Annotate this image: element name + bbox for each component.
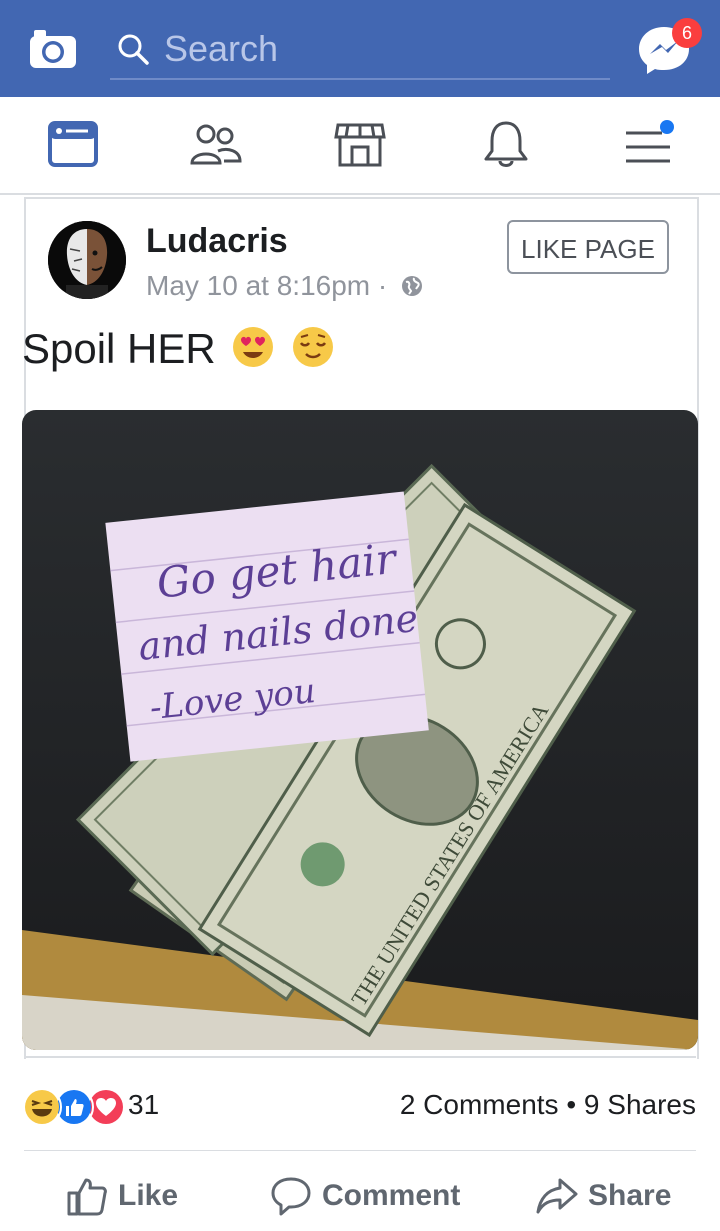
haha-reaction-icon [22, 1087, 62, 1127]
menu-icon[interactable] [622, 119, 678, 169]
comments-count[interactable]: 2 Comments [400, 1089, 559, 1120]
news-feed-icon[interactable] [46, 119, 102, 169]
page-name[interactable]: Ludacris [146, 222, 288, 261]
post-timestamp[interactable]: May 10 at 8:16pm · [146, 270, 423, 302]
like-button[interactable]: Like [66, 1172, 178, 1220]
heart-eyes-emoji-icon [233, 327, 274, 367]
search-input[interactable] [164, 26, 584, 72]
search-icon [118, 34, 149, 65]
globe-icon [402, 276, 423, 296]
thumbs-up-icon [67, 1178, 107, 1216]
shares-count[interactable]: 9 Shares [584, 1089, 696, 1120]
nav-bar [0, 97, 720, 195]
messenger-badge: 6 [672, 18, 702, 48]
timestamp-separator: · [377, 270, 388, 301]
comment-button[interactable]: Comment [270, 1172, 460, 1220]
comment-icon [271, 1177, 311, 1216]
top-bar: 6 [0, 0, 720, 97]
notifications-icon[interactable] [478, 119, 534, 169]
comment-label: Comment [322, 1179, 461, 1212]
post-text-content: Spoil HER [22, 325, 216, 372]
post-stats[interactable]: 2 Comments • 9 Shares [400, 1089, 696, 1121]
marketplace-icon[interactable] [332, 119, 388, 169]
like-label: Like [118, 1179, 179, 1212]
search-bar[interactable] [110, 24, 610, 80]
post-card-border [24, 1056, 696, 1058]
friends-icon[interactable] [188, 119, 244, 169]
timestamp-text: May 10 at 8:16pm [146, 270, 371, 301]
share-icon [536, 1178, 578, 1214]
like-page-button[interactable]: LIKE PAGE [507, 220, 669, 274]
actions-divider [24, 1150, 696, 1151]
avatar[interactable] [48, 221, 126, 299]
post-photo[interactable]: THE UNITED STATES OF AMERICA Go get hair… [22, 410, 698, 1050]
share-button[interactable]: Share [536, 1172, 671, 1220]
post-text: Spoil HER [22, 325, 335, 373]
relieved-emoji-icon [293, 327, 334, 367]
share-label: Share [588, 1179, 672, 1212]
stats-separator: • [558, 1089, 584, 1120]
reaction-count: 31 [128, 1089, 160, 1120]
camera-icon[interactable] [28, 28, 78, 70]
